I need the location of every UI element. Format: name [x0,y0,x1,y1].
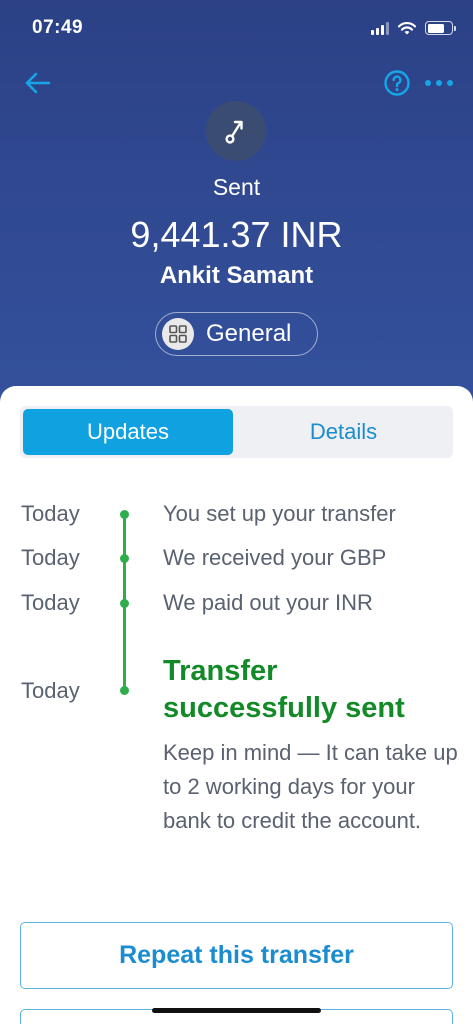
timeline-dot [119,599,129,608]
grid-icon [162,318,194,350]
more-options-button[interactable] [420,70,458,96]
timeline-date: Today [21,545,80,570]
tab-details[interactable]: Details [237,409,450,455]
status-icons [371,18,456,38]
timeline-event: You set up your transfer [163,501,396,526]
timeline-dot [119,554,129,563]
status-time: 07:49 [32,17,84,38]
timeline-date: Today [21,501,80,526]
repeat-transfer-button[interactable]: Repeat this transfer [20,922,453,989]
wifi-icon [397,21,417,34]
question-circle-icon [384,70,410,96]
sent-arrow-icon [225,120,243,144]
timeline-dot [119,686,129,695]
battery-icon [425,21,456,35]
tab-updates[interactable]: Updates [23,409,233,455]
transfer-complete-title: Transfer successfully sent [163,655,405,724]
category-label: General [206,320,292,347]
timeline-date: Today [21,678,80,703]
transfer-status-label: Sent [212,174,261,200]
home-indicator[interactable] [152,1008,321,1013]
recipient-name: Ankit Samant [159,262,314,289]
back-button[interactable] [20,66,54,100]
status-bar: 07:49 [0,0,473,56]
cellular-signal-icon [371,21,389,35]
tab-switcher: Updates Details [20,406,453,458]
transfer-amount: 9,441.37 INR [130,214,343,255]
timeline-event: We paid out your INR [163,590,373,615]
transfer-details-sheet: Updates Details Today You set up your tr… [0,386,473,1024]
timeline-event: We received your GBP [163,545,387,570]
timeline-dot [119,510,129,519]
help-button[interactable] [382,68,412,98]
bank-credit-note: Keep in mind — It can take up to 2 worki… [163,740,458,833]
arrow-left-icon [25,72,51,94]
status-badge [206,101,266,161]
category-pill[interactable]: General [155,312,318,356]
ellipsis-icon [425,80,453,86]
timeline-date: Today [21,590,80,615]
